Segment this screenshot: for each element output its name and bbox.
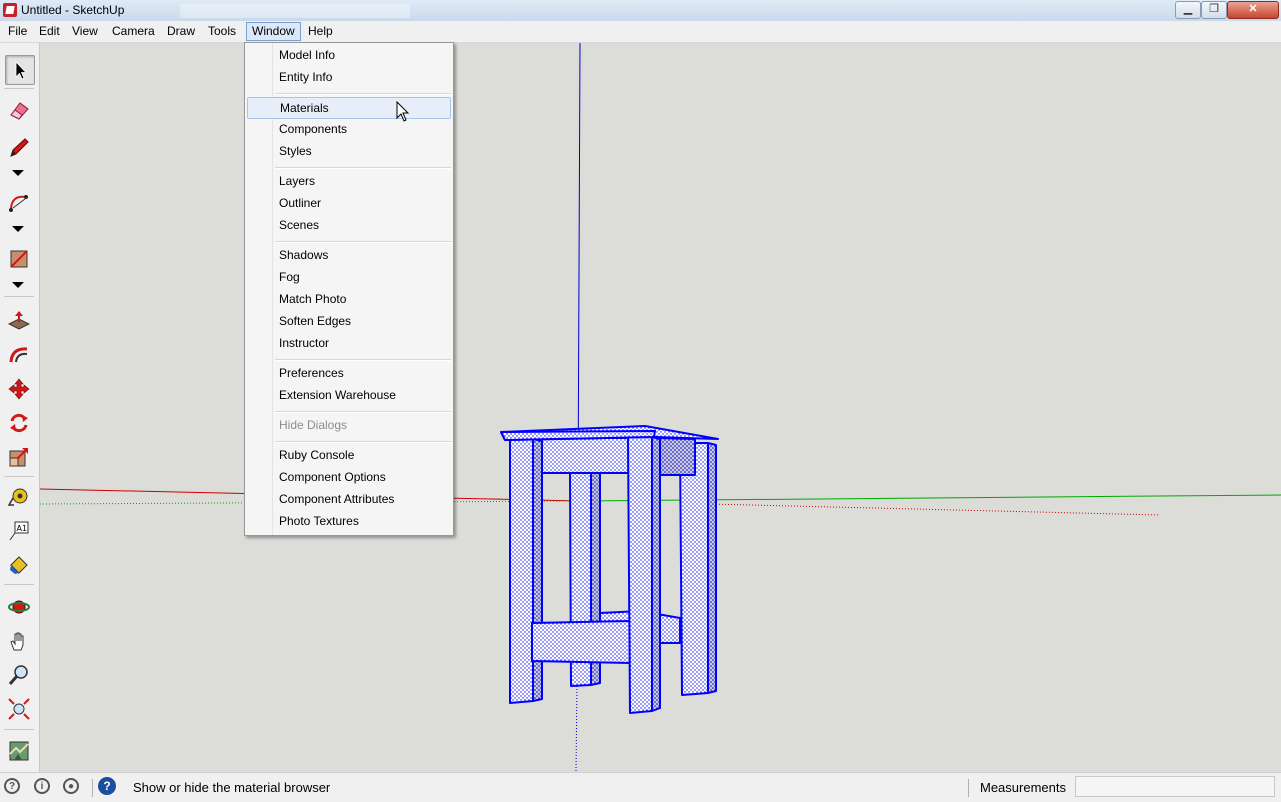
rectangle-tool[interactable] (5, 245, 33, 273)
move-tool[interactable] (5, 375, 33, 403)
location-tool[interactable] (5, 737, 33, 765)
rotate-tool[interactable] (5, 409, 33, 437)
menu-item-instructor[interactable]: Instructor (247, 333, 449, 353)
menu-item-fog[interactable]: Fog (247, 267, 449, 287)
eraser-tool[interactable] (5, 96, 33, 124)
menu-item-ruby-console[interactable]: Ruby Console (247, 445, 449, 465)
drawing-area[interactable] (40, 43, 1281, 772)
zoom-icon (8, 665, 28, 685)
menu-camera[interactable]: Camera (107, 23, 160, 40)
red-axis-dotted (709, 503, 1161, 516)
follow-me-tool[interactable] (5, 341, 33, 369)
tape-measure-tool[interactable] (5, 483, 33, 511)
paint-bucket-icon (10, 556, 28, 574)
menu-window[interactable]: Window (246, 22, 301, 41)
credits-info-icon[interactable]: i (34, 778, 50, 794)
restore-icon: ❐ (1209, 3, 1219, 15)
pencil-dropdown-icon[interactable] (12, 170, 24, 176)
close-button[interactable]: ✕ (1227, 1, 1279, 19)
menu-item-entity-info[interactable]: Entity Info (247, 67, 449, 87)
menu-item-outliner[interactable]: Outliner (247, 193, 449, 213)
measurements-input[interactable] (1075, 776, 1275, 797)
rectangle-dropdown-icon[interactable] (12, 282, 24, 288)
menu-edit[interactable]: Edit (34, 23, 65, 40)
menu-item-component-attributes[interactable]: Component Attributes (247, 489, 449, 509)
measurements-label: Measurements (980, 780, 1066, 795)
user-account-icon[interactable]: ● (63, 778, 79, 794)
arc-tool[interactable] (5, 189, 33, 217)
window-title: Untitled - SketchUp (21, 3, 125, 17)
text-icon: A1 (9, 521, 29, 541)
menu-item-component-options[interactable]: Component Options (247, 467, 449, 487)
pan-tool[interactable] (5, 627, 33, 655)
window-menu-dropdown: Model Info Entity Info Materials Compone… (244, 42, 454, 536)
menu-item-layers[interactable]: Layers (247, 171, 449, 191)
mouse-cursor-icon (396, 101, 410, 122)
stool-model (500, 425, 719, 714)
scale-icon (9, 448, 28, 467)
select-tool[interactable] (5, 55, 35, 85)
menu-view[interactable]: View (67, 23, 103, 40)
pencil-icon (10, 138, 29, 157)
blue-axis-dotted (575, 682, 578, 772)
geo-location-icon[interactable]: ? (4, 778, 20, 794)
status-bar: ? i ● ? Show or hide the material browse… (0, 772, 1281, 802)
location-icon (9, 741, 29, 761)
close-icon: ✕ (1248, 3, 1258, 15)
menu-item-match-photo[interactable]: Match Photo (247, 289, 449, 309)
zoom-extents-icon (8, 698, 30, 720)
minimize-icon: ▁ (1183, 3, 1193, 15)
arc-dropdown-icon[interactable] (12, 226, 24, 232)
status-hint-text: Show or hide the material browser (133, 780, 331, 795)
minimize-button[interactable]: ▁ (1175, 1, 1201, 19)
select-icon (15, 61, 27, 80)
menu-item-components[interactable]: Components (247, 119, 449, 139)
menu-item-model-info[interactable]: Model Info (247, 45, 449, 65)
menu-draw[interactable]: Draw (162, 23, 200, 40)
menu-bar: File Edit View Camera Draw Tools Window … (0, 21, 1281, 43)
sketchup-logo-icon (3, 3, 17, 17)
menu-item-shadows[interactable]: Shadows (247, 245, 449, 265)
zoom-extents-tool[interactable] (5, 695, 33, 723)
rotate-icon (10, 413, 28, 433)
paint-bucket-tool[interactable] (5, 551, 33, 579)
menu-item-materials[interactable]: Materials (247, 97, 451, 119)
push-pull-icon (8, 311, 30, 330)
zoom-tool[interactable] (5, 661, 33, 689)
large-tool-set: A1 (0, 43, 40, 772)
text-tool[interactable]: A1 (5, 517, 33, 545)
orbit-tool[interactable] (5, 593, 33, 621)
pan-icon (10, 632, 24, 651)
title-bar: Untitled - SketchUp ▁ ❐ ✕ (0, 0, 1281, 22)
menu-tools[interactable]: Tools (203, 23, 241, 40)
title-bar-search (180, 4, 410, 18)
menu-item-extension-warehouse[interactable]: Extension Warehouse (247, 385, 449, 405)
menu-item-soften-edges[interactable]: Soften Edges (247, 311, 449, 331)
eraser-icon (10, 102, 29, 120)
pencil-tool[interactable] (5, 133, 33, 161)
scale-tool[interactable] (5, 443, 33, 471)
arc-icon (9, 195, 28, 212)
model-scene (40, 43, 1281, 772)
instructor-help-icon[interactable]: ? (98, 777, 116, 795)
menu-item-hide-dialogs: Hide Dialogs (279, 418, 348, 432)
menu-item-styles[interactable]: Styles (247, 141, 449, 161)
rectangle-icon (10, 250, 28, 268)
menu-file[interactable]: File (3, 23, 32, 40)
move-icon (8, 378, 30, 400)
orbit-icon (8, 600, 30, 614)
tape-measure-icon (8, 488, 28, 506)
maximize-button[interactable]: ❐ (1201, 1, 1227, 19)
svg-text:A1: A1 (17, 524, 28, 533)
menu-item-photo-textures[interactable]: Photo Textures (247, 511, 449, 531)
menu-help[interactable]: Help (303, 23, 338, 40)
menu-item-scenes[interactable]: Scenes (247, 215, 449, 235)
push-pull-tool[interactable] (5, 307, 33, 335)
follow-me-icon (9, 347, 28, 363)
menu-item-preferences[interactable]: Preferences (247, 363, 449, 383)
